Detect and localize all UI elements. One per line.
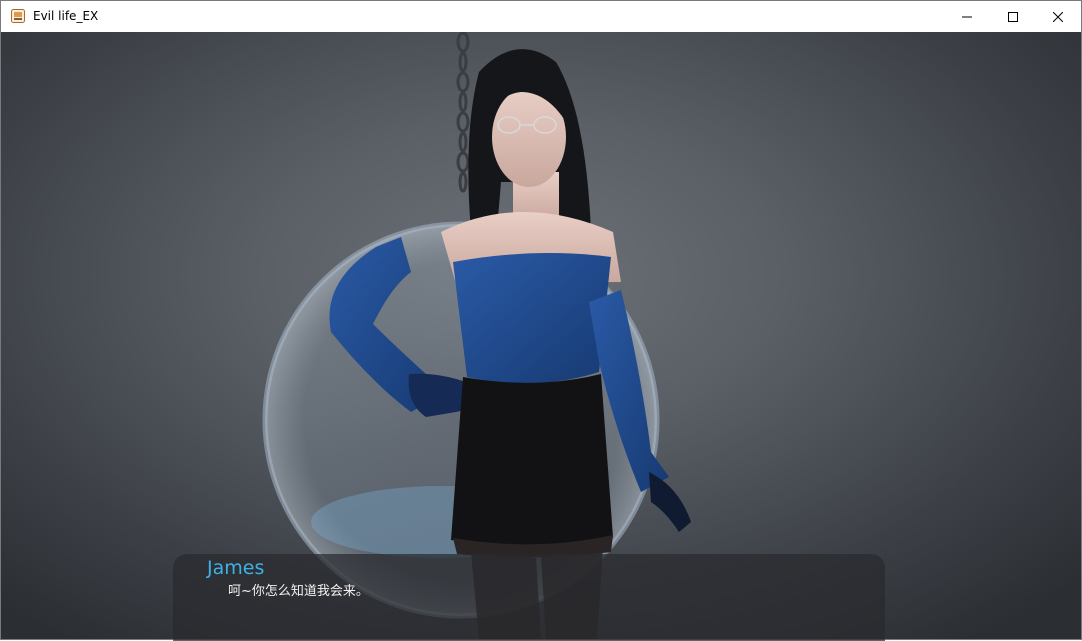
game-scene[interactable] (1, 32, 1081, 639)
minimize-icon (962, 16, 972, 17)
minimize-button[interactable] (944, 1, 990, 32)
dialogue-box[interactable]: James 呵~你怎么知道我会来。 (173, 554, 885, 641)
maximize-icon (1008, 11, 1018, 22)
scene-illustration (262, 32, 691, 639)
game-window: Evil life_EX James 呵~你怎么知道我会来。 (0, 0, 1082, 641)
game-app-icon[interactable] (10, 8, 26, 24)
chain (456, 32, 470, 193)
window-title: Evil life_EX (33, 9, 99, 23)
title-bar[interactable]: Evil life_EX (1, 1, 1081, 32)
maximize-button[interactable] (990, 1, 1036, 32)
dialogue-text: 呵~你怎么知道我会来。 (228, 584, 369, 599)
speaker-name: James (207, 557, 265, 579)
close-button[interactable] (1035, 1, 1081, 32)
close-icon (1053, 11, 1063, 22)
